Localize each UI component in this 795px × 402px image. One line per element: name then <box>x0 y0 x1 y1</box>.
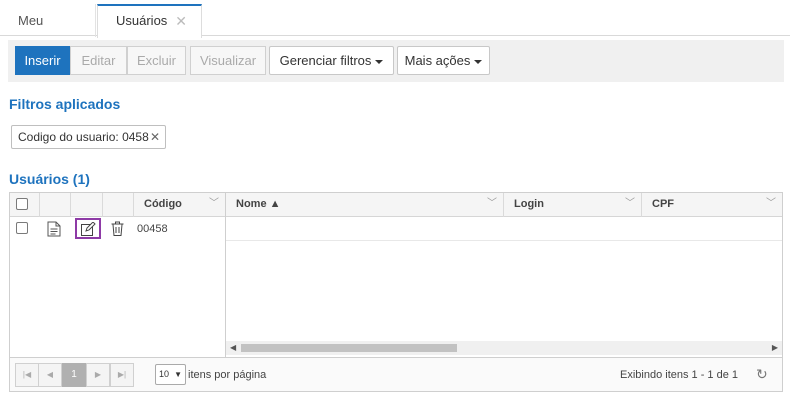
filters-title: Filtros aplicados <box>9 96 121 112</box>
view-button[interactable]: Visualizar <box>190 46 266 75</box>
page-size-value: 10 <box>159 369 170 379</box>
more-actions-label: Mais ações <box>404 53 471 68</box>
first-page-button[interactable]: |◀ <box>15 363 39 387</box>
users-grid: Código ﹀ Nome ▲ ﹀ Login ﹀ CPF ﹀ 00458 ◀ … <box>9 192 783 392</box>
header-spacer <box>103 193 134 217</box>
grid-header: Código ﹀ Nome ▲ ﹀ Login ﹀ CPF ﹀ <box>10 193 782 217</box>
edit-button[interactable]: Editar <box>70 46 127 75</box>
manage-filters-button[interactable]: Gerenciar filtros <box>269 46 394 75</box>
trash-icon[interactable] <box>111 221 124 236</box>
chevron-down-icon[interactable]: ﹀ <box>209 193 219 215</box>
chevron-down-icon[interactable]: ﹀ <box>625 193 635 215</box>
insert-button[interactable]: Inserir <box>15 46 70 75</box>
chevron-down-icon <box>474 59 483 64</box>
page-size-select[interactable]: 10 ▼ <box>155 364 186 385</box>
row-checkbox[interactable] <box>16 222 28 234</box>
pager: |◀ ◀ 1 ▶ ▶| 10 ▼ itens por página Exibind… <box>10 357 782 391</box>
scroll-right-icon[interactable]: ▶ <box>772 341 778 355</box>
refresh-icon[interactable]: ↻ <box>756 366 768 383</box>
per-page-label: itens por página <box>188 369 267 381</box>
scrollbar-thumb[interactable] <box>241 344 457 352</box>
chevron-down-icon[interactable]: ﹀ <box>766 193 776 215</box>
column-header-code[interactable]: Código ﹀ <box>134 193 226 217</box>
document-icon[interactable] <box>47 221 61 237</box>
remove-filter-icon[interactable]: ✕ <box>150 126 160 148</box>
more-actions-button[interactable]: Mais ações <box>397 46 490 75</box>
next-page-button[interactable]: ▶ <box>86 363 110 387</box>
chevron-down-icon <box>375 59 384 64</box>
edit-icon[interactable] <box>81 222 96 236</box>
row-divider <box>226 240 782 241</box>
action-toolbar: Inserir Editar Excluir Visualizar Gerenc… <box>8 40 784 82</box>
column-header-label: Login <box>514 198 544 210</box>
pager-summary: Exibindo itens 1 - 1 de 1 <box>620 369 739 381</box>
tab-bar: Meu Painel Usuários ✕ <box>0 0 790 61</box>
chevron-down-icon[interactable]: ﹀ <box>487 193 497 215</box>
column-header-name[interactable]: Nome ▲ ﹀ <box>226 193 504 217</box>
scroll-left-icon[interactable]: ◀ <box>230 341 236 355</box>
header-spacer <box>40 193 71 217</box>
current-page[interactable]: 1 <box>62 363 86 387</box>
select-all-checkbox[interactable] <box>16 198 28 210</box>
header-spacer <box>71 193 103 217</box>
tab-usuarios[interactable]: Usuários ✕ <box>97 4 202 38</box>
column-header-label: Nome ▲ <box>236 198 281 210</box>
prev-page-button[interactable]: ◀ <box>38 363 62 387</box>
tab-meu-painel[interactable]: Meu Painel <box>0 4 96 61</box>
delete-button[interactable]: Excluir <box>127 46 186 75</box>
column-header-cpf[interactable]: CPF ﹀ <box>642 193 782 217</box>
horizontal-scrollbar[interactable]: ◀ ▶ <box>226 341 782 355</box>
select-all-cell <box>10 193 40 217</box>
column-header-login[interactable]: Login ﹀ <box>504 193 642 217</box>
column-header-label: CPF <box>652 198 674 210</box>
close-tab-icon[interactable]: ✕ <box>175 6 187 36</box>
locked-columns-divider <box>225 193 226 357</box>
last-page-button[interactable]: ▶| <box>110 363 134 387</box>
filter-chip-label: Codigo do usuario: 0458 <box>18 130 149 144</box>
tab-label: Usuários <box>116 13 168 28</box>
manage-filters-label: Gerenciar filtros <box>279 53 372 68</box>
cell-code: 00458 <box>137 223 168 235</box>
users-title: Usuários (1) <box>9 171 90 187</box>
filter-chip: Codigo do usuario: 0458 ✕ <box>11 125 166 149</box>
column-header-label: Código <box>144 198 182 210</box>
chevron-down-icon: ▼ <box>174 370 182 379</box>
